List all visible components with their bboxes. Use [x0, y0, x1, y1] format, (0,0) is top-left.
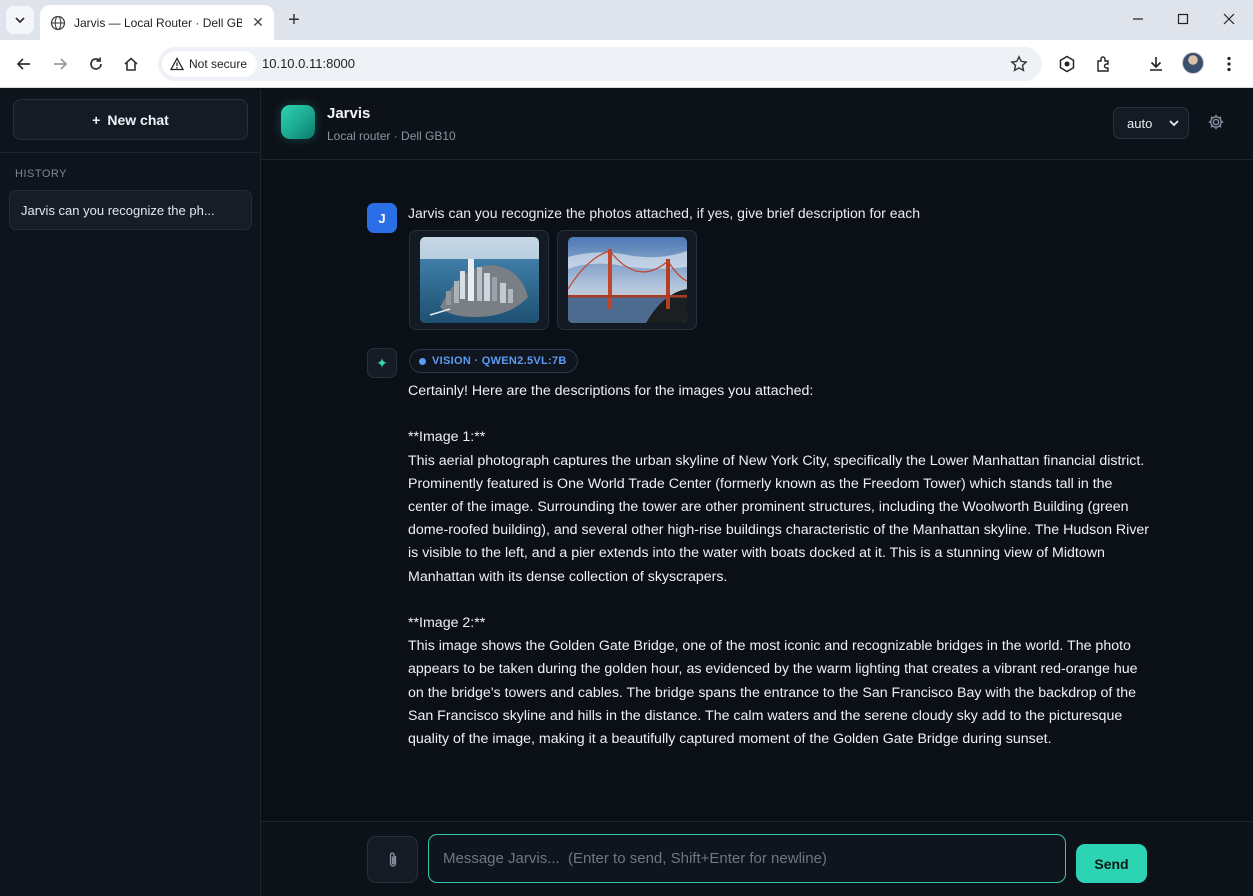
app-subtitle: Local router · Dell GB10 [327, 129, 456, 143]
close-tab-icon[interactable]: ✕ [250, 14, 266, 30]
home-icon[interactable] [119, 52, 143, 76]
model-badge-label: VISION · QWEN2.5VL:7B [432, 355, 567, 367]
close-window-icon[interactable] [1217, 8, 1241, 32]
new-york-aerial-image [420, 237, 539, 323]
browser-toolbar: Not secure 10.10.0.11:8000 [0, 40, 1253, 88]
address-bar[interactable]: Not secure 10.10.0.11:8000 [158, 47, 1042, 81]
sidebar-divider [0, 152, 260, 153]
history-heading: HISTORY [15, 168, 67, 180]
app-title: Jarvis [327, 105, 371, 122]
reply-paragraph: This image shows the Golden Gate Bridge,… [408, 638, 1138, 748]
extension-hex-icon[interactable] [1056, 53, 1078, 75]
user-message: Jarvis can you recognize the photos atta… [408, 205, 921, 221]
warning-icon [170, 57, 184, 71]
new-chat-label: New chat [107, 111, 169, 128]
send-button[interactable]: Send [1076, 844, 1147, 883]
tab-title: Jarvis — Local Router · Dell GB10 [74, 15, 242, 30]
site-info-button[interactable]: Not secure [162, 51, 258, 77]
download-icon[interactable] [1145, 53, 1167, 75]
reply-heading: **Image 1:** [408, 429, 486, 446]
user-avatar: J [367, 203, 397, 233]
composer: Send [261, 821, 1253, 896]
reply-heading: **Image 2:** [408, 615, 486, 631]
reply-spacer [408, 403, 1153, 426]
chat-main: Jarvis Local router · Dell GB10 auto J J… [261, 89, 1253, 896]
message-input[interactable] [428, 834, 1066, 883]
model-select-value: auto [1127, 115, 1153, 131]
maximize-icon[interactable] [1171, 8, 1195, 32]
reply-spacer [408, 589, 1153, 612]
history-item[interactable]: Jarvis can you recognize the ph... [9, 190, 252, 230]
chat-header: Jarvis Local router · Dell GB10 auto [261, 89, 1253, 160]
attachment-thumbnail[interactable] [409, 230, 549, 330]
jarvis-logo [281, 105, 315, 139]
globe-icon [50, 15, 66, 30]
new-chat-button[interactable]: + New chat [13, 99, 248, 140]
jarvis-app: + New chat HISTORY Jarvis can you recogn… [0, 89, 1253, 896]
attach-button[interactable] [367, 836, 418, 883]
extensions-puzzle-icon[interactable] [1093, 53, 1115, 75]
forward-icon[interactable] [48, 52, 72, 76]
sidebar: + New chat HISTORY Jarvis can you recogn… [0, 89, 261, 896]
tab-search-button[interactable] [6, 6, 34, 34]
attachment-thumbnail[interactable] [557, 230, 697, 330]
golden-gate-bridge-image [568, 237, 687, 323]
browser-tabstrip: Jarvis — Local Router · Dell GB10 ✕ + [0, 0, 1253, 40]
assistant-sparkle-icon: ✦ [367, 348, 397, 378]
chevron-down-icon [1169, 120, 1179, 127]
reload-icon[interactable] [84, 52, 108, 76]
plus-icon: + [92, 111, 101, 128]
more-menu-icon[interactable] [1218, 53, 1240, 75]
assistant-message: Certainly! Here are the descriptions for… [408, 380, 1153, 751]
security-label: Not secure [189, 57, 248, 71]
new-tab-button[interactable]: + [282, 8, 306, 32]
model-badge: VISION · QWEN2.5VL:7B [409, 349, 578, 373]
reply-paragraph: Certainly! Here are the descriptions for… [408, 383, 814, 399]
url-text: 10.10.0.11:8000 [262, 56, 356, 71]
profile-avatar[interactable] [1182, 52, 1204, 74]
model-select[interactable]: auto [1113, 107, 1189, 139]
paperclip-icon [389, 852, 396, 867]
browser-tab[interactable]: Jarvis — Local Router · Dell GB10 ✕ [40, 5, 274, 40]
status-dot [419, 357, 426, 365]
bookmark-star-icon[interactable] [1010, 55, 1028, 73]
minimize-icon[interactable] [1126, 8, 1150, 32]
chevron-down-icon [15, 17, 25, 24]
reply-paragraph: This aerial photograph captures the urba… [408, 452, 1150, 585]
back-icon[interactable] [12, 52, 36, 76]
settings-gear-icon[interactable] [1207, 113, 1225, 131]
